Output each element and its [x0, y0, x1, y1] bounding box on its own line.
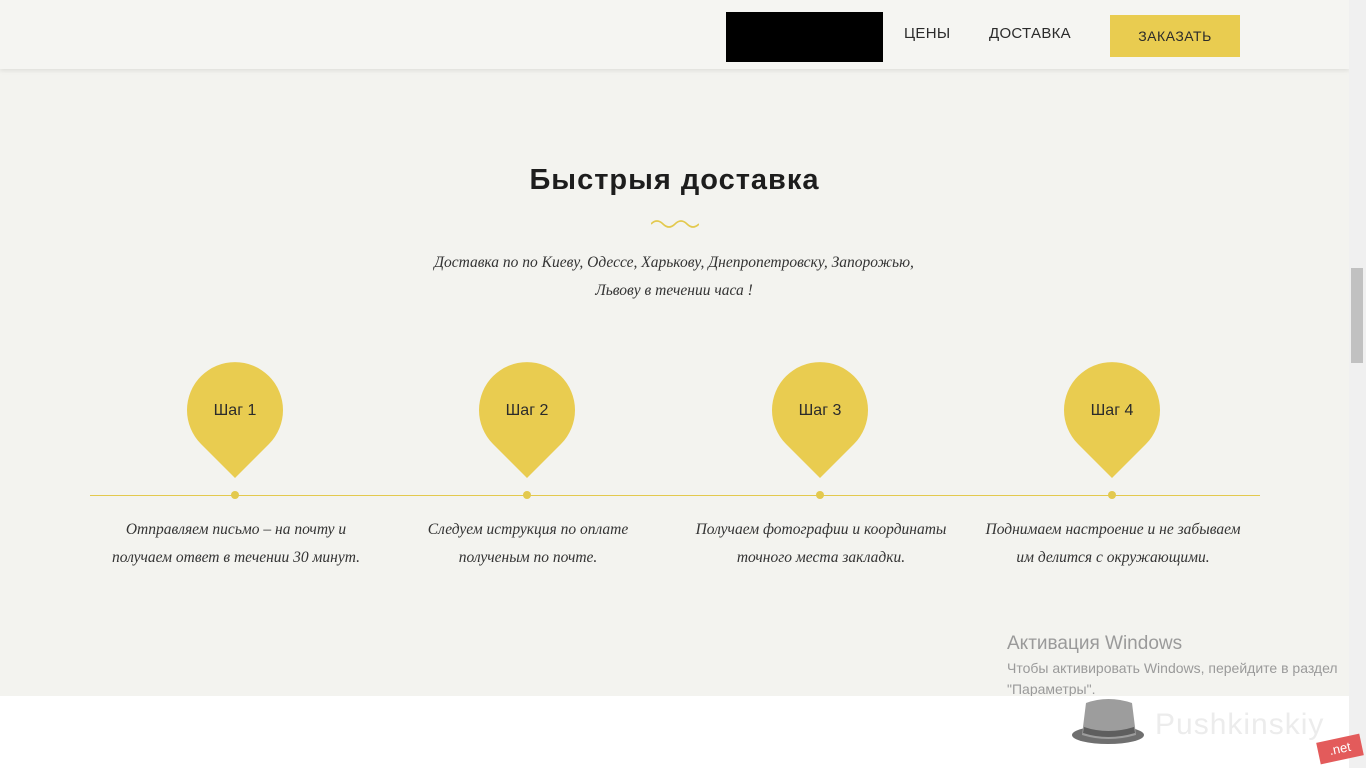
map-pin-icon	[1064, 362, 1160, 478]
timeline-line	[90, 495, 1260, 496]
step-description: Отправляем письмо – на почту и получаем …	[111, 521, 361, 566]
timeline-dot	[523, 491, 531, 499]
intro-line-1: Доставка по по Киеву, Одессе, Харькову, …	[434, 254, 914, 271]
step-label: Шаг 2	[505, 402, 549, 419]
map-pin-icon	[479, 362, 575, 478]
step-label: Шаг 1	[213, 402, 257, 419]
section-title: Быстрыя доставка	[529, 164, 820, 196]
page: ЦЕНЫ ДОСТАВКА ЗАКАЗАТЬ Быстрыя доставка …	[0, 0, 1349, 696]
step-label: Шаг 3	[798, 402, 842, 419]
header: ЦЕНЫ ДОСТАВКА ЗАКАЗАТЬ	[0, 0, 1349, 69]
timeline-dot	[1108, 491, 1116, 499]
section-intro: Доставка по по Киеву, Одессе, Харькову, …	[374, 249, 974, 305]
windows-activation-notice: Активация Windows Чтобы активировать Win…	[1007, 632, 1347, 696]
step-label: Шаг 4	[1090, 402, 1134, 419]
step-description: Получаем фотографии и координаты точного…	[695, 521, 947, 566]
step-description: Поднимаем настроение и не забываем им де…	[985, 521, 1241, 566]
nav-link-delivery[interactable]: ДОСТАВКА	[989, 25, 1071, 42]
order-button[interactable]: ЗАКАЗАТЬ	[1110, 15, 1240, 57]
step-description: Следуем иструкция по оплате полученым по…	[427, 521, 629, 566]
scrollbar-thumb[interactable]	[1351, 268, 1363, 363]
vertical-scrollbar[interactable]	[1349, 0, 1366, 768]
squiggle-divider-icon	[651, 220, 699, 228]
timeline-dot	[816, 491, 824, 499]
map-pin-icon	[772, 362, 868, 478]
intro-line-2: Львову в течении часа !	[595, 282, 753, 299]
nav-link-prices[interactable]: ЦЕНЫ	[904, 25, 950, 42]
timeline-dot	[231, 491, 239, 499]
activation-title: Активация Windows	[1007, 633, 1183, 654]
watermark-text: Pushkinskiy	[1155, 708, 1325, 741]
logo[interactable]	[726, 12, 883, 62]
activation-text: Чтобы активировать Windows, перейдите в …	[1007, 660, 1338, 696]
map-pin-icon	[187, 362, 283, 478]
